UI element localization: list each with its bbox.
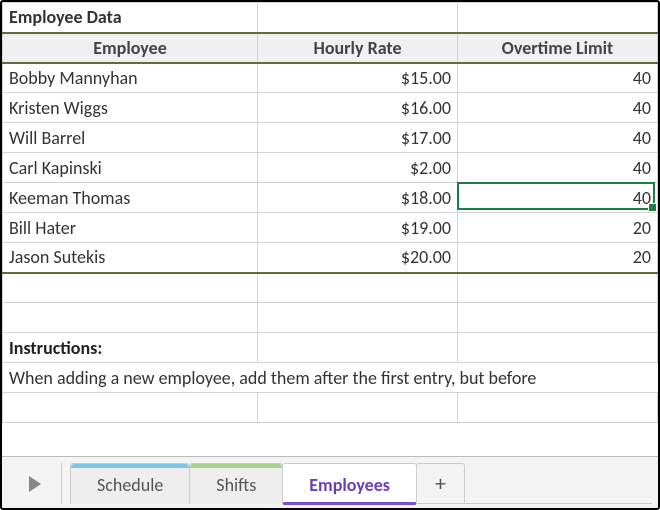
play-icon	[29, 476, 41, 492]
column-header-rate[interactable]: Hourly Rate	[258, 33, 458, 63]
tab-accent	[71, 464, 189, 468]
table-row[interactable]: $20.00	[258, 243, 458, 273]
tab-label: Shifts	[216, 474, 256, 496]
table-row[interactable]: 40	[458, 63, 658, 93]
cell[interactable]	[258, 273, 458, 303]
instructions-label[interactable]: Instructions:	[3, 333, 258, 363]
table-row[interactable]: Will Barrel	[3, 123, 258, 153]
spreadsheet-window: Employee Data Employee Hourly Rate Overt…	[0, 0, 660, 510]
cell[interactable]	[3, 303, 258, 333]
cell[interactable]	[458, 393, 658, 423]
table-row[interactable]: Jason Sutekis	[3, 243, 258, 273]
plus-icon: +	[435, 470, 446, 497]
tab-add-sheet[interactable]: +	[416, 463, 465, 504]
cell[interactable]	[458, 3, 658, 33]
spreadsheet-grid[interactable]: Employee Data Employee Hourly Rate Overt…	[2, 2, 658, 456]
tab-schedule[interactable]: Schedule	[70, 463, 190, 504]
tab-label: Schedule	[97, 474, 163, 496]
cell[interactable]	[258, 393, 458, 423]
table-row[interactable]: Keeman Thomas	[3, 183, 258, 213]
tab-scroll-button[interactable]	[8, 463, 62, 504]
table-row[interactable]: $18.00	[258, 183, 458, 213]
column-header-employee[interactable]: Employee	[3, 33, 258, 63]
table-row[interactable]: 20	[458, 243, 658, 273]
tab-employees[interactable]: Employees	[282, 463, 417, 504]
table-row[interactable]: Carl Kapinski	[3, 153, 258, 183]
cell[interactable]	[3, 273, 258, 303]
tabstrip-spacer	[464, 463, 652, 504]
cell[interactable]	[258, 333, 458, 363]
table-row[interactable]: $19.00	[258, 213, 458, 243]
cell[interactable]	[458, 333, 658, 363]
table-row[interactable]: 40	[458, 93, 658, 123]
table-row[interactable]: $2.00	[258, 153, 458, 183]
table-row[interactable]: Bill Hater	[3, 213, 258, 243]
sheet-title[interactable]: Employee Data	[3, 3, 258, 33]
table-row[interactable]: Kristen Wiggs	[3, 93, 258, 123]
table-row[interactable]: Bobby Mannyhan	[3, 63, 258, 93]
cell[interactable]	[3, 393, 258, 423]
column-header-ot[interactable]: Overtime Limit	[458, 33, 658, 63]
table-row[interactable]: 40	[458, 123, 658, 153]
cell[interactable]	[458, 273, 658, 303]
cell[interactable]	[258, 3, 458, 33]
table-row[interactable]: $17.00	[258, 123, 458, 153]
table-row[interactable]: $16.00	[258, 93, 458, 123]
cell[interactable]	[258, 303, 458, 333]
table-row[interactable]: 40	[458, 183, 658, 213]
tab-label: Employees	[309, 474, 390, 496]
sheet-tab-strip: Schedule Shifts Employees +	[2, 456, 658, 508]
sheet-table: Employee Data Employee Hourly Rate Overt…	[2, 2, 658, 423]
table-row[interactable]: $15.00	[258, 63, 458, 93]
table-row[interactable]: 40	[458, 153, 658, 183]
instructions-text[interactable]: When adding a new employee, add them aft…	[3, 363, 658, 393]
tab-accent	[190, 464, 282, 468]
table-row[interactable]: 20	[458, 213, 658, 243]
cell[interactable]	[458, 303, 658, 333]
tab-shifts[interactable]: Shifts	[189, 463, 283, 504]
